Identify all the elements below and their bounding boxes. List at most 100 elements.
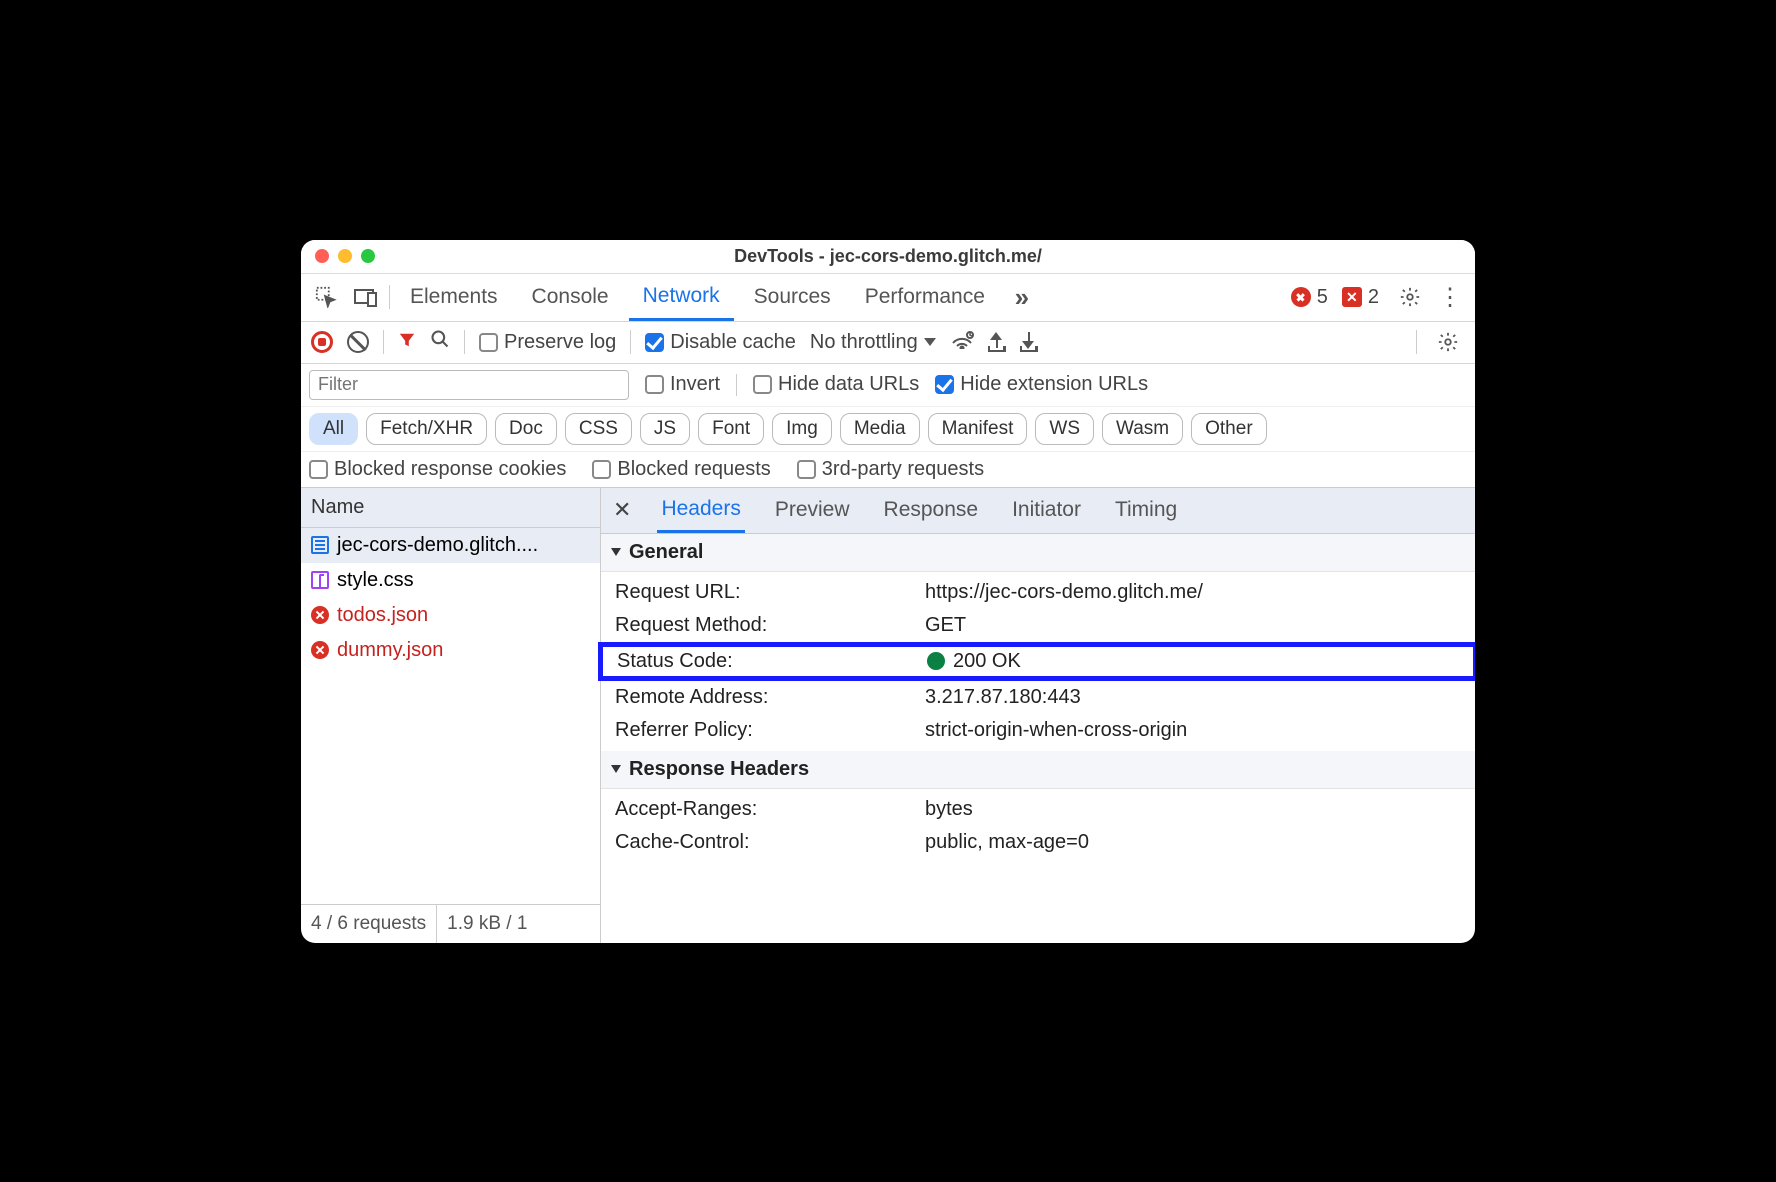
- network-toolbar: Preserve log Disable cache No throttling: [301, 322, 1475, 364]
- detail-tab-response[interactable]: Response: [880, 488, 983, 533]
- request-details: ✕ Headers Preview Response Initiator Tim…: [601, 488, 1475, 943]
- section-general[interactable]: General: [601, 534, 1475, 572]
- tab-network[interactable]: Network: [629, 274, 734, 321]
- type-pill-other[interactable]: Other: [1191, 413, 1267, 445]
- preserve-log-checkbox[interactable]: Preserve log: [479, 331, 616, 354]
- header-key: Referrer Policy:: [615, 719, 925, 742]
- device-toolbar-icon[interactable]: [349, 280, 383, 314]
- request-row[interactable]: dummy.json: [301, 633, 600, 668]
- issues-badge[interactable]: ✕ 2: [1342, 286, 1379, 309]
- disclosure-triangle-icon: [611, 548, 621, 556]
- issues-count: 2: [1368, 286, 1379, 309]
- header-row: Request URL:https://jec-cors-demo.glitch…: [601, 576, 1475, 609]
- header-value: GET: [925, 614, 966, 637]
- tab-elements[interactable]: Elements: [396, 274, 512, 321]
- record-button[interactable]: [311, 331, 333, 353]
- blocked-requests-checkbox[interactable]: Blocked requests: [592, 458, 770, 481]
- detail-tab-initiator[interactable]: Initiator: [1008, 488, 1085, 533]
- type-pill-manifest[interactable]: Manifest: [928, 413, 1028, 445]
- header-value: 200 OK: [927, 650, 1021, 673]
- header-key: Request URL:: [615, 581, 925, 604]
- detail-tab-strip: ✕ Headers Preview Response Initiator Tim…: [601, 488, 1475, 534]
- tab-sources[interactable]: Sources: [740, 274, 845, 321]
- kebab-menu-icon[interactable]: ⋮: [1433, 280, 1467, 314]
- zoom-window-button[interactable]: [361, 249, 375, 263]
- type-pill-media[interactable]: Media: [840, 413, 920, 445]
- error-icon: [1291, 287, 1311, 307]
- filter-input[interactable]: [309, 370, 629, 400]
- type-pill-fetchxhr[interactable]: Fetch/XHR: [366, 413, 487, 445]
- third-party-checkbox[interactable]: 3rd-party requests: [797, 458, 984, 481]
- caret-down-icon: [924, 338, 936, 346]
- filter-toggle-icon[interactable]: [398, 331, 416, 354]
- throttling-select[interactable]: No throttling: [810, 331, 936, 354]
- blocked-cookies-checkbox[interactable]: Blocked response cookies: [309, 458, 566, 481]
- settings-gear-icon[interactable]: [1393, 280, 1427, 314]
- header-value: strict-origin-when-cross-origin: [925, 719, 1187, 742]
- type-pill-css[interactable]: CSS: [565, 413, 632, 445]
- request-name: style.css: [337, 569, 414, 592]
- detail-tab-preview[interactable]: Preview: [771, 488, 854, 533]
- header-value: bytes: [925, 798, 973, 821]
- titlebar: DevTools - jec-cors-demo.glitch.me/: [301, 240, 1475, 274]
- divider: [389, 285, 390, 309]
- type-pill-doc[interactable]: Doc: [495, 413, 557, 445]
- invert-checkbox[interactable]: Invert: [645, 373, 720, 396]
- header-value: public, max-age=0: [925, 831, 1089, 854]
- hide-data-urls-checkbox[interactable]: Hide data URLs: [753, 373, 919, 396]
- download-har-icon[interactable]: [1020, 332, 1038, 352]
- close-window-button[interactable]: [315, 249, 329, 263]
- type-pill-font[interactable]: Font: [698, 413, 764, 445]
- header-key: Remote Address:: [615, 686, 925, 709]
- inspect-icon[interactable]: [309, 280, 343, 314]
- resource-type-filter: AllFetch/XHRDocCSSJSFontImgMediaManifest…: [301, 407, 1475, 452]
- errors-badge[interactable]: 5: [1291, 286, 1328, 309]
- tab-console[interactable]: Console: [518, 274, 623, 321]
- request-name: todos.json: [337, 604, 428, 627]
- header-row: Cache-Control:public, max-age=0: [601, 826, 1475, 859]
- network-conditions-icon[interactable]: [950, 329, 974, 355]
- request-list: Name jec-cors-demo.glitch.... style.css to…: [301, 488, 601, 943]
- network-settings-gear-icon[interactable]: [1431, 325, 1465, 359]
- general-rows: Request URL:https://jec-cors-demo.glitch…: [601, 572, 1475, 751]
- detail-tab-headers[interactable]: Headers: [657, 488, 744, 533]
- response-header-rows: Accept-Ranges:bytesCache-Control:public,…: [601, 789, 1475, 863]
- search-icon[interactable]: [430, 329, 450, 355]
- header-row: Referrer Policy:strict-origin-when-cross…: [601, 714, 1475, 747]
- request-name: jec-cors-demo.glitch....: [337, 534, 538, 557]
- minimize-window-button[interactable]: [338, 249, 352, 263]
- document-file-icon: [311, 536, 329, 554]
- request-row[interactable]: jec-cors-demo.glitch....: [301, 528, 600, 563]
- upload-har-icon[interactable]: [988, 332, 1006, 352]
- type-pill-wasm[interactable]: Wasm: [1102, 413, 1183, 445]
- detail-tab-timing[interactable]: Timing: [1111, 488, 1181, 533]
- disable-cache-checkbox[interactable]: Disable cache: [645, 331, 796, 354]
- close-details-icon[interactable]: ✕: [613, 497, 631, 523]
- request-row[interactable]: todos.json: [301, 598, 600, 633]
- error-icon: [311, 606, 329, 624]
- section-response-headers[interactable]: Response Headers: [601, 751, 1475, 789]
- header-key: Status Code:: [617, 650, 927, 673]
- window-title: DevTools - jec-cors-demo.glitch.me/: [301, 246, 1475, 267]
- issue-icon: ✕: [1342, 287, 1362, 307]
- request-row[interactable]: style.css: [301, 563, 600, 598]
- tab-performance[interactable]: Performance: [851, 274, 999, 321]
- header-key: Cache-Control:: [615, 831, 925, 854]
- type-pill-ws[interactable]: WS: [1035, 413, 1094, 445]
- header-row: Accept-Ranges:bytes: [601, 793, 1475, 826]
- error-icon: [311, 641, 329, 659]
- request-name: dummy.json: [337, 639, 443, 662]
- requests-count: 4 / 6 requests: [301, 905, 437, 943]
- type-pill-img[interactable]: Img: [772, 413, 832, 445]
- disclosure-triangle-icon: [611, 765, 621, 773]
- header-key: Request Method:: [615, 614, 925, 637]
- header-row: Remote Address:3.217.87.180:443: [601, 681, 1475, 714]
- hide-extension-urls-checkbox[interactable]: Hide extension URLs: [935, 373, 1148, 396]
- more-tabs-icon[interactable]: »: [1005, 280, 1039, 314]
- checkbox-checked-icon: [645, 333, 664, 352]
- type-pill-all[interactable]: All: [309, 413, 358, 445]
- additional-filters: Blocked response cookies Blocked request…: [301, 452, 1475, 488]
- name-column-header[interactable]: Name: [301, 488, 600, 528]
- clear-button[interactable]: [347, 331, 369, 353]
- type-pill-js[interactable]: JS: [640, 413, 690, 445]
